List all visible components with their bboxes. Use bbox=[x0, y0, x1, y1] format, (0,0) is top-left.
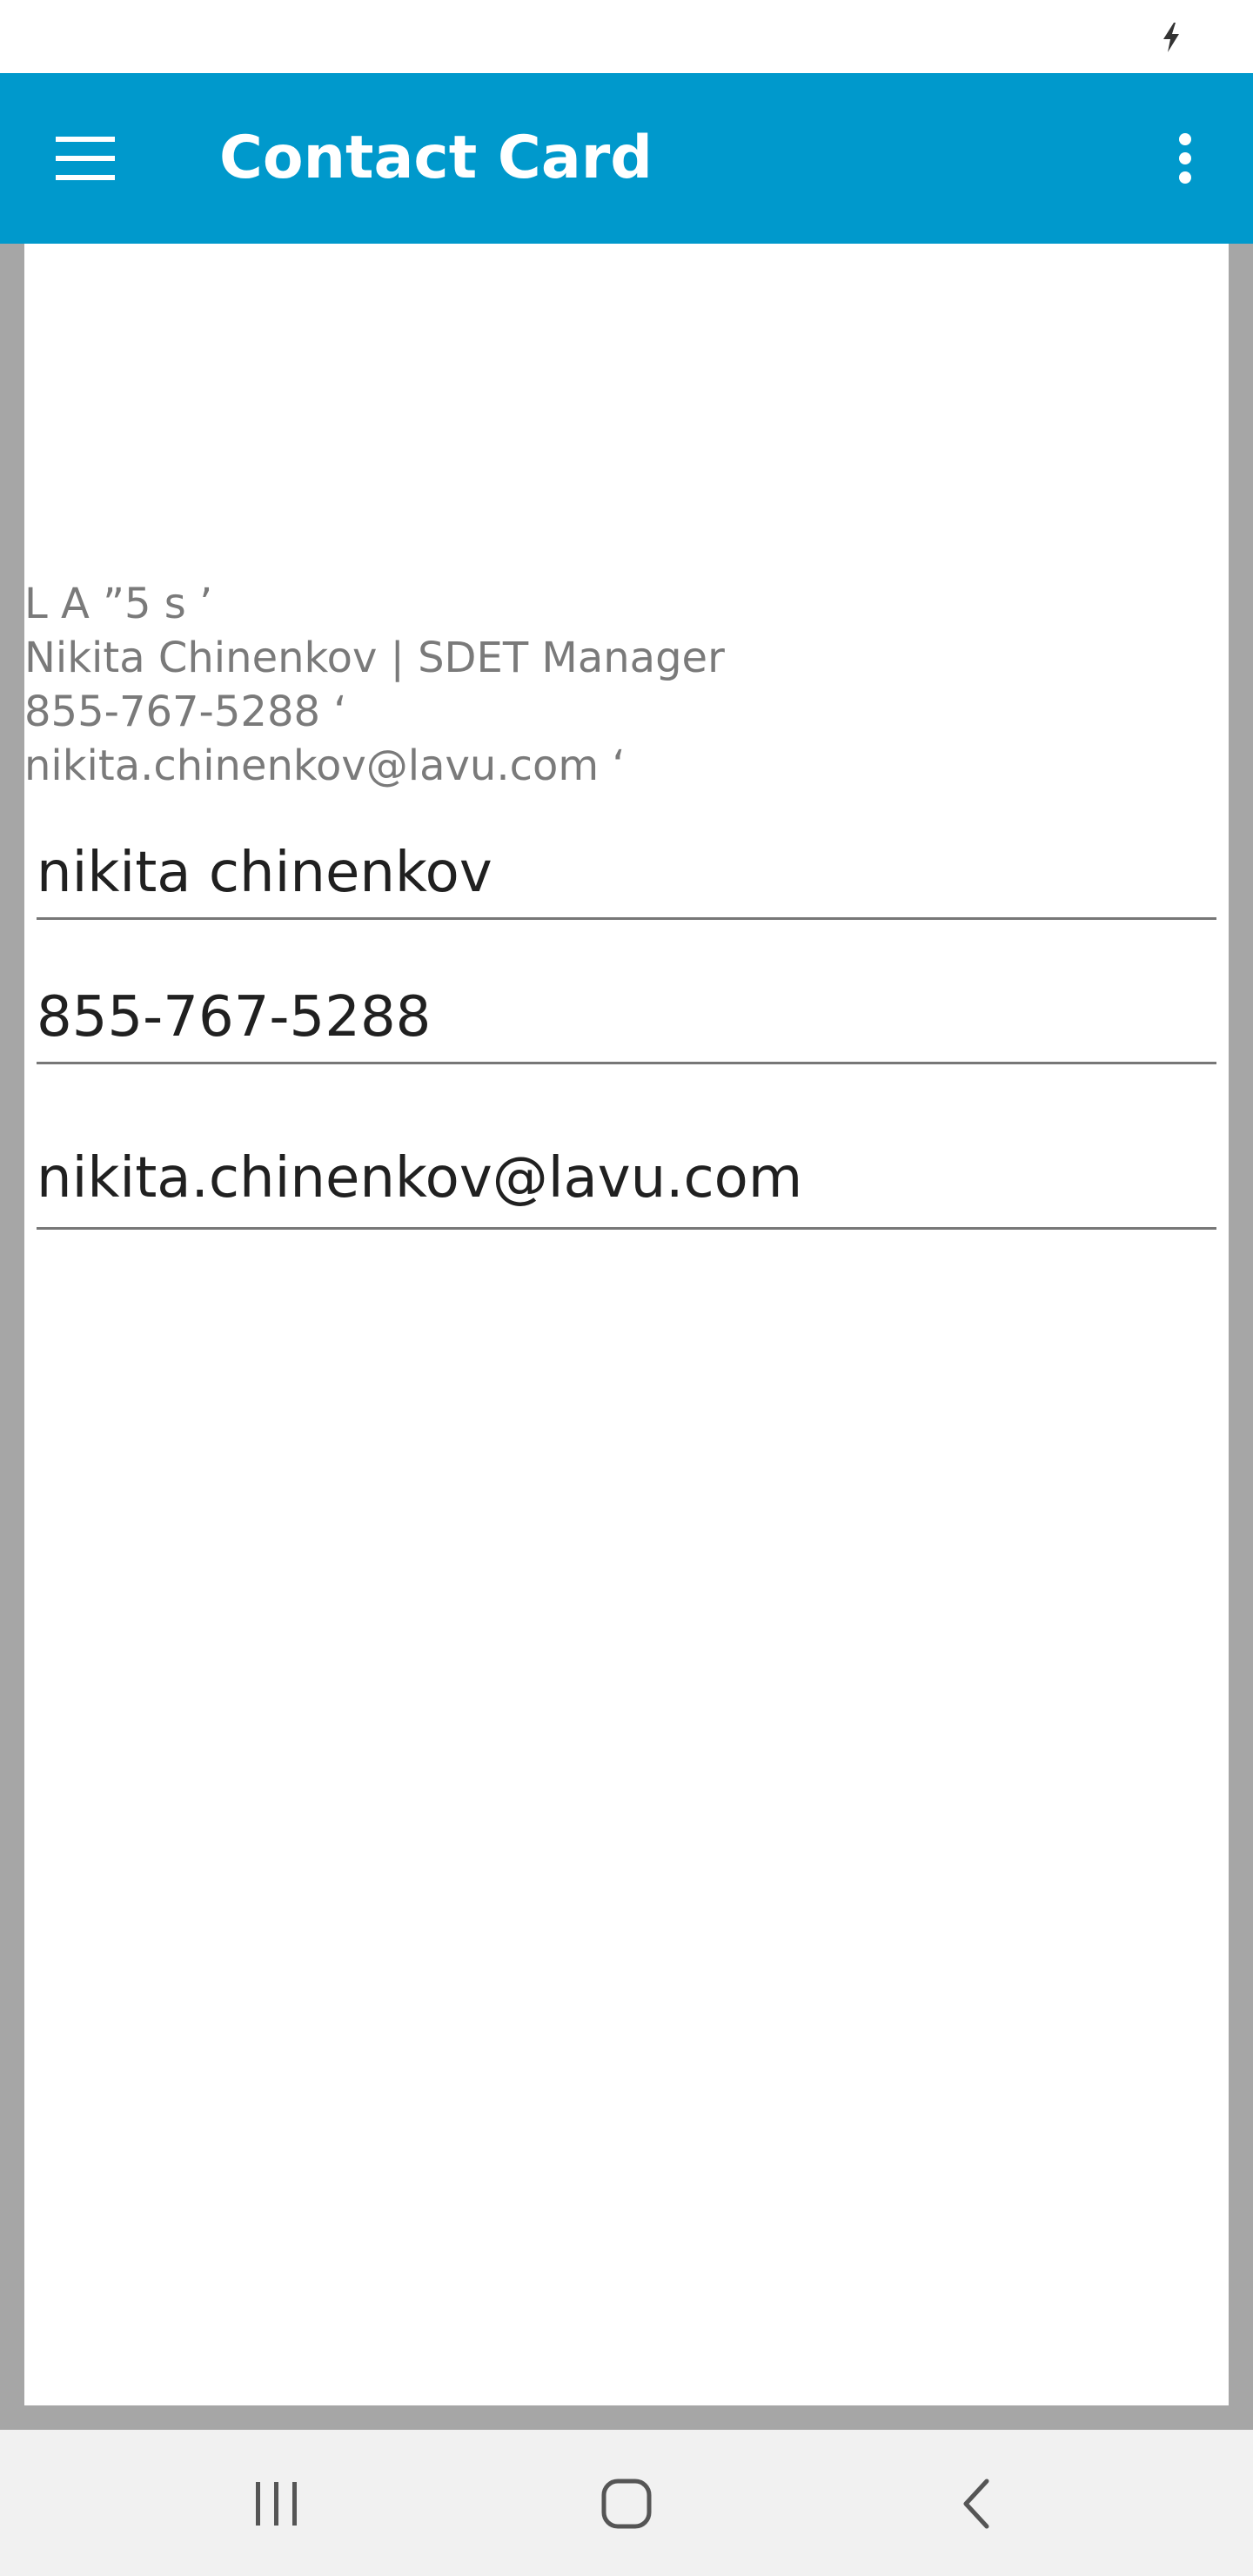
signature-email: nikita.chinenkov@lavu.com ‘ bbox=[24, 741, 626, 790]
overflow-menu-icon bbox=[1179, 133, 1191, 184]
recent-apps-button[interactable] bbox=[224, 2456, 329, 2552]
status-bar bbox=[0, 0, 1253, 73]
back-button[interactable] bbox=[924, 2456, 1029, 2552]
signature-name-title: Nikita Chinenkov | SDET Manager bbox=[24, 634, 725, 682]
overflow-menu-button[interactable] bbox=[1152, 115, 1218, 202]
hamburger-menu-icon bbox=[56, 137, 115, 180]
app-bar: Contact Card bbox=[0, 73, 1253, 244]
contact-card: L A ”5 s ’ Nikita Chinenkov | SDET Manag… bbox=[24, 244, 1229, 2405]
home-icon bbox=[601, 2479, 652, 2529]
signature-logo-text: L A ”5 s ’ bbox=[24, 580, 213, 628]
email-field[interactable]: nikita.chinenkov@lavu.com bbox=[37, 1135, 1216, 1230]
hamburger-menu-button[interactable] bbox=[35, 115, 136, 202]
system-nav-bar bbox=[0, 2430, 1253, 2576]
phone-field[interactable]: 855-767-5288 bbox=[37, 978, 1216, 1064]
content-frame: L A ”5 s ’ Nikita Chinenkov | SDET Manag… bbox=[0, 244, 1253, 2430]
page-title: Contact Card bbox=[219, 124, 653, 192]
back-icon bbox=[963, 2479, 989, 2529]
charging-icon bbox=[1163, 23, 1179, 52]
name-field[interactable]: nikita chinenkov bbox=[37, 834, 1216, 920]
recent-apps-icon bbox=[256, 2482, 297, 2526]
home-button[interactable] bbox=[574, 2456, 679, 2552]
signature-phone: 855-767-5288 ‘ bbox=[24, 688, 347, 736]
